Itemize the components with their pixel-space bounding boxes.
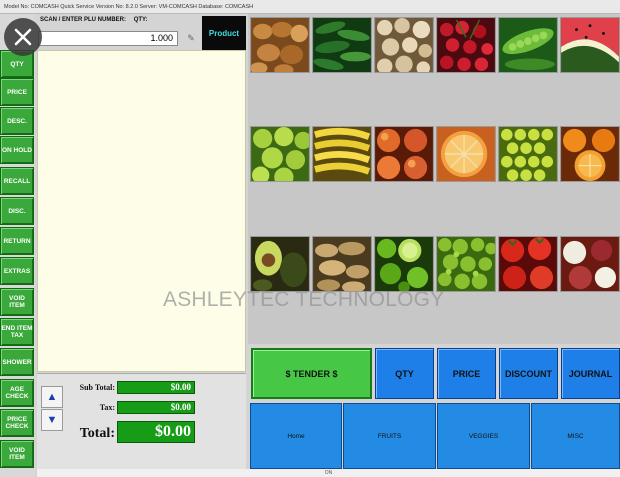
sidebar-price-check-button[interactable]: PRICE CHECK [0, 409, 34, 437]
sidebar-age-check-button[interactable]: AGE CHECK [0, 379, 34, 407]
limes-tile[interactable] [374, 236, 434, 292]
lettuce-tile[interactable] [436, 236, 496, 292]
ginger-image [313, 237, 371, 291]
peaches-tile[interactable] [374, 126, 434, 182]
close-icon [14, 28, 32, 46]
discount-action-button[interactable]: DISCOUNT [499, 348, 558, 399]
peas-image [499, 18, 557, 72]
qty-action-button[interactable]: QTY [375, 348, 434, 399]
green-grapes-image [499, 127, 557, 181]
lettuce-image [437, 237, 495, 291]
limes-image [375, 237, 433, 291]
potatoes-tile[interactable] [250, 17, 310, 73]
tax-label: Tax: [99, 403, 115, 412]
tender-button[interactable]: $ TENDER $ [251, 348, 372, 399]
tax-value: $0.00 [117, 401, 195, 414]
green-grapes-tile[interactable] [498, 126, 558, 182]
cucumbers-tile[interactable] [312, 17, 372, 73]
watermelon-tile[interactable] [560, 17, 620, 73]
scroll-down-button[interactable]: ▼ [41, 409, 63, 431]
qty-label-text: QTY: [133, 17, 148, 23]
sidebar-recall-button[interactable]: RECALL [0, 167, 34, 195]
category-misc-button[interactable]: MISC [531, 403, 620, 469]
category-home-button[interactable]: Home [250, 403, 342, 469]
sidebar-desc-button[interactable]: DESC. [0, 107, 34, 135]
total-value: $0.00 [117, 421, 195, 443]
peaches-image [375, 127, 433, 181]
subtotal-value: $0.00 [117, 381, 195, 394]
green-apples-tile[interactable] [250, 126, 310, 182]
sidebar-shower-button[interactable]: SHOWER [0, 348, 34, 376]
product-grid [248, 14, 620, 344]
mushrooms-tile[interactable] [374, 17, 434, 73]
bananas-tile[interactable] [312, 126, 372, 182]
product-button[interactable]: Product [202, 16, 246, 50]
keypad-icon[interactable]: ✎ [184, 31, 198, 45]
onions-tile[interactable] [560, 236, 620, 292]
bananas-image [313, 127, 371, 181]
window-title-bar: Model No: COMCASH Quick Service Version … [0, 0, 620, 14]
receipt-list[interactable] [37, 50, 246, 372]
peas-tile[interactable] [498, 17, 558, 73]
potatoes-image [251, 18, 309, 72]
tomatoes-tile[interactable] [498, 236, 558, 292]
total-label: Total: [79, 426, 115, 441]
function-sidebar: QTY PRICE DESC. ON HOLD RECALL DISC. RET… [0, 14, 35, 477]
avocado-image [251, 237, 309, 291]
scroll-up-button[interactable]: ▲ [41, 386, 63, 408]
category-fruits-button[interactable]: FRUITS [343, 403, 436, 469]
category-veggies-button[interactable]: VEGGIES [437, 403, 530, 469]
scan-label-text: SCAN / ENTER PLU NUMBER: [40, 17, 127, 23]
subtotal-label: Sub Total: [79, 383, 115, 392]
cherries-tile[interactable] [436, 17, 496, 73]
scan-plu-label: SCAN / ENTER PLU NUMBER: QTY: [40, 17, 148, 23]
watermelon-image [561, 18, 619, 72]
close-overlay-button[interactable] [4, 18, 42, 56]
grapefruit-tile[interactable] [436, 126, 496, 182]
mushrooms-image [375, 18, 433, 72]
sidebar-price-button[interactable]: PRICE [0, 78, 34, 106]
tomatoes-image [499, 237, 557, 291]
onions-image [561, 237, 619, 291]
sidebar-end-item-tax-button[interactable]: END ITEM TAX [0, 318, 34, 346]
sidebar-extras-button[interactable]: EXTRAS [0, 257, 34, 285]
journal-action-button[interactable]: JOURNAL [561, 348, 620, 399]
sidebar-on-hold-button[interactable]: ON HOLD [0, 136, 34, 164]
cucumbers-image [313, 18, 371, 72]
cherries-image [437, 18, 495, 72]
grapefruit-image [437, 127, 495, 181]
green-apples-image [251, 127, 309, 181]
totals-panel: ▲ ▼ Sub Total: $0.00 Tax: $0.00 Total: $… [37, 373, 246, 477]
status-strip: ON [37, 469, 620, 477]
ginger-tile[interactable] [312, 236, 372, 292]
sidebar-return-button[interactable]: RETURN [0, 227, 34, 255]
sidebar-void-item-button[interactable]: VOID ITEM [0, 288, 34, 316]
avocado-tile[interactable] [250, 236, 310, 292]
oranges-image [561, 127, 619, 181]
oranges-tile[interactable] [560, 126, 620, 182]
price-action-button[interactable]: PRICE [437, 348, 496, 399]
sidebar-void-item-2-button[interactable]: VOID ITEM [0, 440, 34, 468]
plu-qty-input[interactable]: 1.000 [38, 31, 178, 46]
sidebar-disc-button[interactable]: DISC. [0, 197, 34, 225]
